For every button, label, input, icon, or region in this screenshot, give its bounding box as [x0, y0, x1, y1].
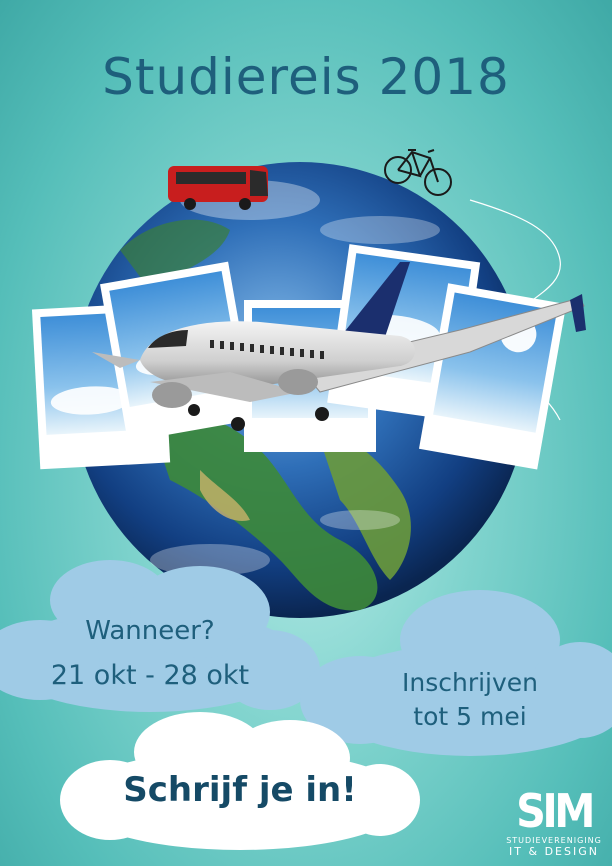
poster: Studiereis 2018 Wanneer? 21 okt - 28 okt…: [0, 0, 612, 866]
logo-mark: SIM: [516, 784, 595, 838]
signup-deadline-date: tot 5 mei: [413, 702, 527, 731]
when-label: Wanneer?: [85, 616, 215, 646]
logo-line2: IT & DESIGN: [509, 845, 599, 858]
trip-dates: 21 okt - 28 okt: [50, 660, 250, 691]
poster-title: Studiereis 2018: [102, 48, 510, 106]
association-logo: SIM STUDIEVERENIGING IT & DESIGN: [496, 786, 612, 864]
poster-artwork: [0, 149, 612, 850]
signup-call-to-action[interactable]: Schrijf je in!: [90, 770, 390, 810]
signup-deadline-label: Inschrijven: [401, 668, 539, 697]
